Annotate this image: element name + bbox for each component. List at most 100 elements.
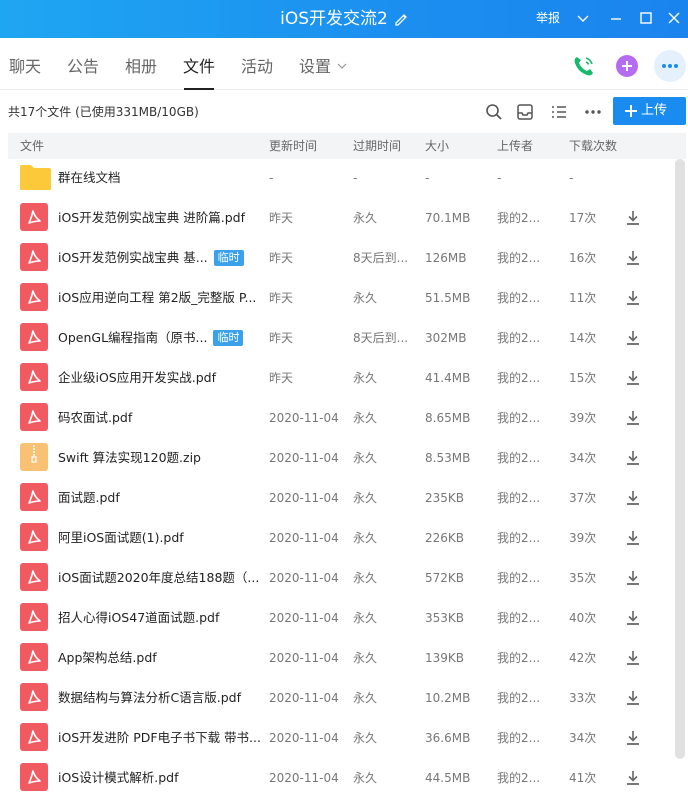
tab-activity[interactable]: 活动 xyxy=(241,38,273,90)
download-icon[interactable] xyxy=(625,449,641,467)
expires-cell: 永久 xyxy=(353,211,378,225)
download-icon[interactable] xyxy=(625,249,641,267)
download-icon[interactable] xyxy=(625,769,641,787)
file-name[interactable]: iOS开发范例实战宝典 基... 临时 xyxy=(58,239,244,277)
file-name[interactable]: Swift 算法实现120题.zip xyxy=(58,439,201,477)
file-name-text: iOS设计模式解析.pdf xyxy=(58,770,179,785)
download-icon[interactable] xyxy=(625,569,641,587)
download-icon[interactable] xyxy=(625,289,641,307)
file-name[interactable]: 群在线文档 xyxy=(58,159,121,197)
upload-button[interactable]: 上传 xyxy=(613,97,686,125)
updated-cell: 2020-11-04 xyxy=(269,691,339,705)
file-name[interactable]: 招人心得iOS47道面试题.pdf xyxy=(58,599,219,637)
tab-album[interactable]: 相册 xyxy=(125,38,157,90)
edit-icon[interactable] xyxy=(394,12,408,26)
add-app-icon[interactable] xyxy=(614,53,640,79)
table-row[interactable]: 码农面试.pdf 2020-11-04 永久 8.65MB 我的2... 39次 xyxy=(0,399,688,439)
file-name[interactable]: 面试题.pdf xyxy=(58,479,120,517)
close-icon[interactable] xyxy=(666,10,682,26)
downloads-cell: 17次 xyxy=(569,211,597,225)
inbox-icon[interactable] xyxy=(515,102,535,122)
download-icon[interactable] xyxy=(625,649,641,667)
table-row[interactable]: 招人心得iOS47道面试题.pdf 2020-11-04 永久 353KB 我的2...… xyxy=(0,599,688,639)
pdf-file-icon xyxy=(20,283,48,311)
file-name[interactable]: App架构总结.pdf xyxy=(58,639,157,677)
chevron-down-icon[interactable] xyxy=(575,10,591,26)
maximize-icon[interactable] xyxy=(638,10,654,26)
more-button[interactable] xyxy=(654,50,686,82)
tab-announcement[interactable]: 公告 xyxy=(67,38,99,90)
table-row[interactable]: 群在线文档 - - - - - xyxy=(0,159,688,199)
download-icon[interactable] xyxy=(625,329,641,347)
scrollbar[interactable] xyxy=(675,159,685,759)
size-cell: 139KB xyxy=(425,651,465,665)
tab-files[interactable]: 文件 xyxy=(183,38,215,90)
file-name[interactable]: iOS面试题2020年度总结188题（... xyxy=(58,559,259,597)
size-cell: 8.53MB xyxy=(425,451,471,465)
updated-cell: 2020-11-04 xyxy=(269,771,339,785)
table-row[interactable]: iOS开发范例实战宝典 进阶篇.pdf 昨天 永久 70.1MB 我的2... 17次 xyxy=(0,199,688,239)
table-row[interactable]: iOS开发范例实战宝典 基... 临时 昨天 8天后到... 126MB 我的2... 16… xyxy=(0,239,688,279)
updated-cell: 2020-11-04 xyxy=(269,491,339,505)
file-name-text: OpenGL编程指南（原书... xyxy=(58,330,208,345)
download-icon[interactable] xyxy=(625,729,641,747)
column-uploader[interactable]: 上传者 xyxy=(497,133,533,159)
table-row[interactable]: OpenGL编程指南（原书... 临时 昨天 8天后到... 302MB 我的2... 14… xyxy=(0,319,688,359)
phone-icon[interactable] xyxy=(571,53,597,79)
file-name[interactable]: iOS开发范例实战宝典 进阶篇.pdf xyxy=(58,199,245,237)
download-icon[interactable] xyxy=(625,689,641,707)
file-name[interactable]: 数据结构与算法分析C语言版.pdf xyxy=(58,679,241,717)
column-updated[interactable]: 更新时间 xyxy=(269,133,317,159)
list-view-icon[interactable] xyxy=(549,102,569,122)
minimize-icon[interactable] xyxy=(608,10,624,26)
table-row[interactable]: Swift 算法实现120题.zip 2020-11-04 永久 8.53MB 我的2.… xyxy=(0,439,688,479)
download-icon[interactable] xyxy=(625,609,641,627)
download-icon[interactable] xyxy=(625,529,641,547)
size-cell: 226KB xyxy=(425,531,465,545)
tab-chat[interactable]: 聊天 xyxy=(9,38,41,90)
downloads-cell: - xyxy=(569,171,574,185)
table-row[interactable]: iOS应用逆向工程 第2版_完整版 P... 昨天 永久 51.5MB 我的2... 11… xyxy=(0,279,688,319)
file-name[interactable]: iOS设计模式解析.pdf xyxy=(58,759,179,797)
table-row[interactable]: 阿里iOS面试题(1).pdf 2020-11-04 永久 226KB 我的2... 39… xyxy=(0,519,688,559)
expires-cell: 永久 xyxy=(353,731,378,745)
uploader-cell: 我的2... xyxy=(497,371,541,385)
file-name-text: App架构总结.pdf xyxy=(58,650,157,665)
table-row[interactable]: 面试题.pdf 2020-11-04 永久 235KB 我的2... 37次 xyxy=(0,479,688,519)
file-name-text: 面试题.pdf xyxy=(58,490,120,505)
column-file[interactable]: 文件 xyxy=(20,133,44,159)
file-name[interactable]: 码农面试.pdf xyxy=(58,399,132,437)
file-name[interactable]: iOS应用逆向工程 第2版_完整版 P... xyxy=(58,279,256,317)
plus-icon xyxy=(625,105,637,117)
size-cell: 126MB xyxy=(425,251,467,265)
download-icon[interactable] xyxy=(625,209,641,227)
pdf-file-icon xyxy=(20,203,48,231)
table-row[interactable]: 数据结构与算法分析C语言版.pdf 2020-11-04 永久 10.2MB 我的2..… xyxy=(0,679,688,719)
file-name[interactable]: OpenGL编程指南（原书... 临时 xyxy=(58,319,244,357)
table-row[interactable]: iOS面试题2020年度总结188题（... 2020-11-04 永久 572KB 我… xyxy=(0,559,688,599)
file-name[interactable]: 企业级iOS应用开发实战.pdf xyxy=(58,359,216,397)
uploader-cell: 我的2... xyxy=(497,411,541,425)
tab-settings[interactable]: 设置 xyxy=(299,38,347,90)
pdf-file-icon xyxy=(20,403,48,431)
search-icon[interactable] xyxy=(484,102,504,122)
uploader-cell: 我的2... xyxy=(497,331,541,345)
file-name-text: iOS应用逆向工程 第2版_完整版 P... xyxy=(58,290,257,305)
file-name-text: 企业级iOS应用开发实战.pdf xyxy=(58,370,216,385)
file-name[interactable]: 阿里iOS面试题(1).pdf xyxy=(58,519,184,557)
table-row[interactable]: App架构总结.pdf 2020-11-04 永久 139KB 我的2... 42次 xyxy=(0,639,688,679)
table-row[interactable]: 企业级iOS应用开发实战.pdf 昨天 永久 41.4MB 我的2... 15次 xyxy=(0,359,688,399)
table-row[interactable]: iOS设计模式解析.pdf 2020-11-04 永久 44.5MB 我的2... 41次 xyxy=(0,759,688,799)
report-link[interactable]: 举报 xyxy=(536,0,560,36)
download-icon[interactable] xyxy=(625,409,641,427)
column-size[interactable]: 大小 xyxy=(425,133,449,159)
table-row[interactable]: iOS开发进阶 PDF电子书下载 带书... 2020-11-04 永久 36.6MB… xyxy=(0,719,688,759)
more-options-icon[interactable] xyxy=(583,102,603,122)
column-expires[interactable]: 过期时间 xyxy=(353,133,401,159)
size-cell: 235KB xyxy=(425,491,465,505)
column-downloads[interactable]: 下载次数 xyxy=(569,133,617,159)
file-name[interactable]: iOS开发进阶 PDF电子书下载 带书... xyxy=(58,719,261,757)
download-icon[interactable] xyxy=(625,489,641,507)
expires-cell: 永久 xyxy=(353,771,378,785)
download-icon[interactable] xyxy=(625,369,641,387)
